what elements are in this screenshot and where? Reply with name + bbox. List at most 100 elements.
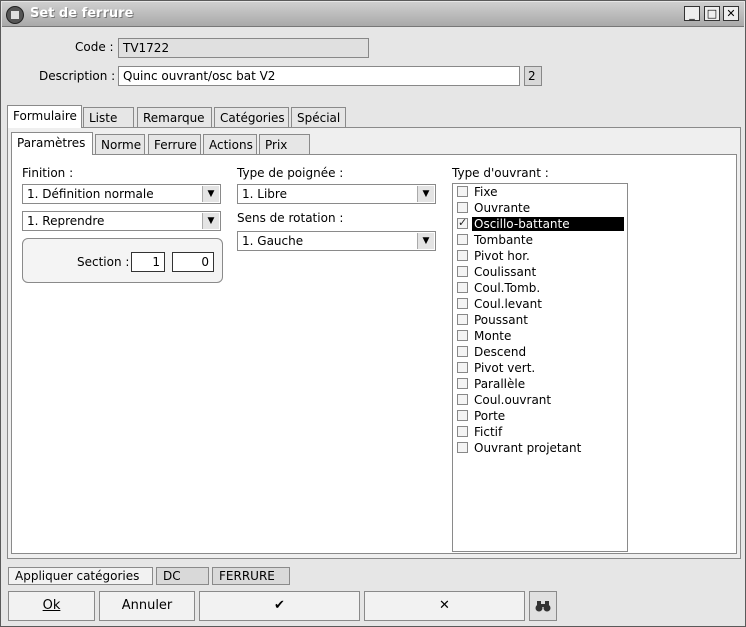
ouvrant-item-label: Tombante: [474, 233, 533, 247]
chevron-down-icon: ▼: [417, 186, 434, 202]
checkbox[interactable]: [457, 330, 468, 341]
chevron-down-icon: ▼: [202, 186, 219, 202]
ouvrant-list-item[interactable]: Ouvrant projetant: [453, 440, 627, 456]
check-button[interactable]: ✔: [199, 591, 360, 621]
section-input-a[interactable]: 1: [131, 252, 165, 272]
close-button[interactable]: ✕: [723, 6, 739, 21]
checkbox[interactable]: [457, 234, 468, 245]
ouvrant-item-label: Fixe: [474, 185, 498, 199]
tab-ferrure[interactable]: Ferrure: [148, 134, 201, 155]
chevron-down-icon: ▼: [417, 233, 434, 249]
ouvrant-item-label: Ouvrante: [474, 201, 531, 215]
ouvrant-list-item[interactable]: Coul.ouvrant: [453, 392, 627, 408]
code-field[interactable]: TV1722: [118, 38, 369, 58]
finition-label: Finition :: [22, 166, 74, 180]
tab-remarque[interactable]: Remarque: [137, 107, 212, 128]
checkbox[interactable]: [457, 394, 468, 405]
tab-special[interactable]: Spécial: [291, 107, 346, 128]
poignee-label: Type de poignée :: [237, 166, 344, 180]
checkbox[interactable]: [457, 442, 468, 453]
ouvrant-item-label: Fictif: [474, 425, 503, 439]
tab-actions[interactable]: Actions: [203, 134, 257, 155]
ouvrant-listbox[interactable]: Fixe Ouvrante Oscillo-battante Tombante Pivo…: [452, 183, 628, 552]
ouvrant-list-item[interactable]: Coulissant: [453, 264, 627, 280]
cancel-button[interactable]: Annuler: [99, 591, 195, 621]
ouvrant-list-item[interactable]: Poussant: [453, 312, 627, 328]
reprendre-value: 1. Reprendre: [27, 214, 105, 228]
ouvrant-list-item[interactable]: Ouvrante: [453, 200, 627, 216]
ouvrant-list-item[interactable]: Tombante: [453, 232, 627, 248]
ouvrant-list-item[interactable]: Pivot hor.: [453, 248, 627, 264]
checkbox[interactable]: [457, 186, 468, 197]
window-title: Set de ferrure: [30, 6, 134, 21]
tab-norme[interactable]: Norme: [95, 134, 145, 155]
checkbox[interactable]: [457, 426, 468, 437]
tab-formulaire[interactable]: Formulaire: [7, 105, 82, 128]
maximize-button[interactable]: □: [704, 6, 720, 21]
rotation-label: Sens de rotation :: [237, 211, 344, 225]
tab-categories[interactable]: Catégories: [214, 107, 289, 128]
reprendre-select[interactable]: 1. Reprendre ▼: [22, 211, 221, 231]
minimize-button[interactable]: _: [684, 6, 700, 21]
ouvrant-list-item[interactable]: Monte: [453, 328, 627, 344]
rotation-value: 1. Gauche: [242, 234, 304, 248]
checkbox[interactable]: [457, 314, 468, 325]
checkbox[interactable]: [457, 250, 468, 261]
app-icon: [6, 6, 24, 24]
checkbox[interactable]: [457, 362, 468, 373]
status-chip-dc: DC: [156, 567, 209, 585]
checkbox[interactable]: [457, 202, 468, 213]
poignee-value: 1. Libre: [242, 187, 287, 201]
ouvrant-item-label: Pivot vert.: [474, 361, 536, 375]
ouvrant-list-item[interactable]: Porte: [453, 408, 627, 424]
ouvrant-item-label: Parallèle: [474, 377, 526, 391]
checkbox[interactable]: [457, 216, 468, 229]
code-label: Code :: [75, 40, 114, 54]
status-chip-ferrure: FERRURE: [212, 567, 290, 585]
ouvrant-list-item[interactable]: Coul.Tomb.: [453, 280, 627, 296]
ouvrant-list-item[interactable]: Fictif: [453, 424, 627, 440]
section-label: Section :: [77, 255, 130, 269]
ok-button[interactable]: Ok: [8, 591, 95, 621]
ouvrant-item-label: Pivot hor.: [474, 249, 530, 263]
description-field[interactable]: Quinc ouvrant/osc bat V2: [118, 66, 520, 86]
checkbox[interactable]: [457, 410, 468, 421]
ouvrant-list-item[interactable]: Oscillo-battante: [453, 216, 627, 232]
ouvrant-item-label: Oscillo-battante: [472, 217, 624, 231]
checkbox[interactable]: [457, 346, 468, 357]
ouvrant-item-label: Coul.Tomb.: [474, 281, 541, 295]
ouvrant-list-item[interactable]: Fixe: [453, 184, 627, 200]
description-label: Description :: [39, 69, 116, 83]
finition-value: 1. Définition normale: [27, 187, 154, 201]
ouvrant-item-label: Poussant: [474, 313, 528, 327]
checkbox[interactable]: [457, 266, 468, 277]
apply-categories-button[interactable]: Appliquer catégories: [8, 567, 153, 585]
ouvrant-item-label: Porte: [474, 409, 506, 423]
ouvrant-list-item[interactable]: Coul.levant: [453, 296, 627, 312]
description-count-badge[interactable]: 2: [524, 66, 542, 86]
rotation-select[interactable]: 1. Gauche ▼: [237, 231, 436, 251]
ouvrant-list-item[interactable]: Descend: [453, 344, 627, 360]
cross-button[interactable]: ✕: [364, 591, 525, 621]
poignee-select[interactable]: 1. Libre ▼: [237, 184, 436, 204]
ouvrant-list-item[interactable]: Parallèle: [453, 376, 627, 392]
tab-liste[interactable]: Liste: [83, 107, 134, 128]
window: Set de ferrure _ □ ✕ Code : TV1722 Descr…: [0, 0, 746, 627]
binoculars-icon: [535, 601, 551, 612]
chevron-down-icon: ▼: [202, 213, 219, 229]
finition-select[interactable]: 1. Définition normale ▼: [22, 184, 221, 204]
ouvrant-item-label: Coul.ouvrant: [474, 393, 552, 407]
ouvrant-item-label: Descend: [474, 345, 527, 359]
checkbox[interactable]: [457, 282, 468, 293]
section-input-b[interactable]: 0: [172, 252, 214, 272]
binoculars-button[interactable]: [529, 591, 557, 621]
ouvrant-item-label: Coul.levant: [474, 297, 542, 311]
checkbox[interactable]: [457, 378, 468, 389]
ouvrant-list-item[interactable]: Pivot vert.: [453, 360, 627, 376]
title-bar[interactable]: Set de ferrure _ □ ✕: [2, 2, 744, 27]
tab-parametres[interactable]: Paramètres: [11, 132, 93, 155]
ouvrant-label: Type d'ouvrant :: [452, 166, 549, 180]
tab-prix[interactable]: Prix: [259, 134, 310, 155]
ouvrant-item-label: Ouvrant projetant: [474, 441, 582, 455]
checkbox[interactable]: [457, 298, 468, 309]
